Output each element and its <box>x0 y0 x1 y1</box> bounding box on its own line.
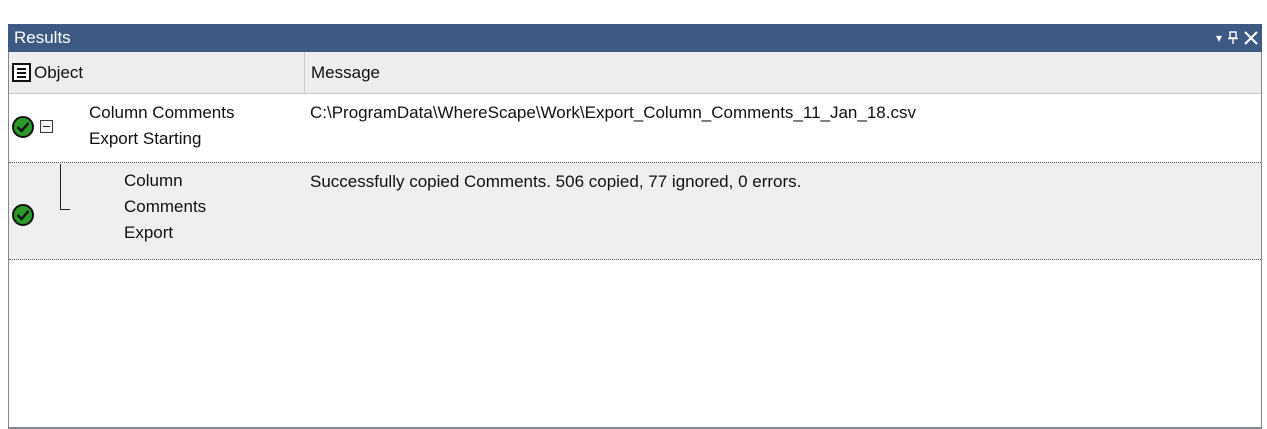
row-message: Successfully copied Comments. 506 copied… <box>310 172 802 191</box>
table-row[interactable]: Column Comments Export Starting C:\Progr… <box>9 94 1261 162</box>
column-chooser-icon[interactable] <box>12 63 31 82</box>
table-row[interactable]: Column Comments Export Successfully copi… <box>9 162 1261 260</box>
panel-controls: ▾ <box>1216 24 1258 52</box>
pin-icon[interactable] <box>1228 31 1238 45</box>
panel-title: Results <box>14 28 71 47</box>
grid-header: Object Message <box>9 52 1261 94</box>
row-message: C:\ProgramData\WhereScape\Work\Export_Co… <box>310 103 916 122</box>
row-object: Column Comments Export <box>124 171 207 242</box>
collapse-icon[interactable] <box>40 120 53 133</box>
column-header-object-label: Object <box>34 63 84 82</box>
green-check-icon <box>12 204 34 226</box>
row-object: Column Comments Export Starting <box>89 103 235 148</box>
tree-connector <box>60 164 61 209</box>
panel-title-bar: Results ▾ <box>8 24 1262 52</box>
results-panel: Results ▾ Object Message Column Comments… <box>0 0 1267 429</box>
close-icon[interactable] <box>1244 31 1258 45</box>
results-grid: Object Message Column Comments Export St… <box>8 52 1262 429</box>
column-header-message[interactable]: Message <box>304 52 1261 93</box>
green-check-icon <box>12 116 34 138</box>
tree-connector <box>60 209 70 210</box>
dropdown-arrow-icon[interactable]: ▾ <box>1216 24 1222 52</box>
column-header-object[interactable]: Object <box>9 52 303 93</box>
